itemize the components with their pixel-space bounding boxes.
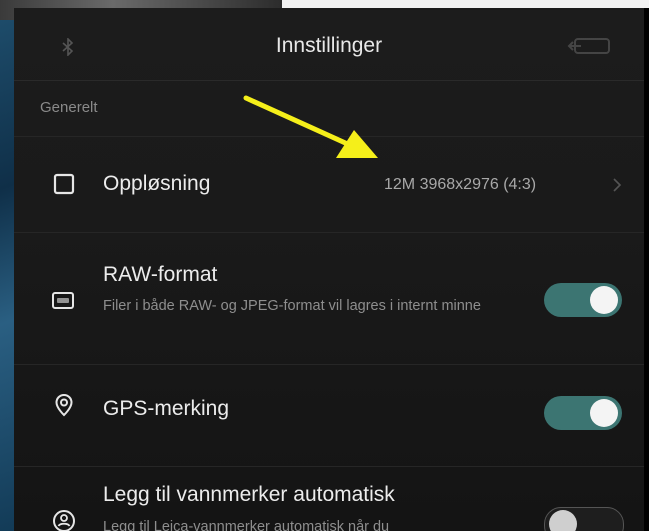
header-bar: Innstillinger [14,8,644,81]
toggle-knob [590,399,618,427]
annotation-arrow-icon [243,95,378,158]
setting-row-raw-format[interactable]: RAW-format Filer i både RAW- og JPEG-for… [14,233,644,363]
aspect-square-icon [53,173,75,195]
setting-row-watermark[interactable]: Legg til vannmerker automatisk Legg til … [14,467,644,531]
bluetooth-icon [62,38,74,56]
location-pin-icon [55,393,73,417]
section-header-general: Generelt [40,99,98,116]
page-title: Innstillinger [275,34,383,57]
setting-title: GPS-merking [103,397,230,420]
toggle-knob [549,510,577,531]
setting-description: Legg til Leica-vannmerker automatisk når… [103,519,390,531]
setting-title: RAW-format [103,263,218,286]
setting-title: Oppløsning [103,172,211,195]
back-icon[interactable] [567,36,611,56]
raw-icon [52,292,74,309]
setting-description: Filer i både RAW- og JPEG-format vil lag… [103,298,481,314]
resolution-value: 12M 3968x2976 (4:3) [384,176,537,193]
watermark-toggle[interactable] [544,507,624,531]
settings-screen: Innstillinger Generelt Oppløsning 12M 39… [14,8,644,531]
raw-format-toggle[interactable] [544,283,622,317]
setting-row-gps[interactable]: GPS-merking [14,365,644,465]
toggle-knob [590,286,618,314]
background-strip-light [282,0,649,8]
chevron-right-icon [613,178,622,192]
gps-toggle[interactable] [544,396,622,430]
setting-title: Legg til vannmerker automatisk [103,483,395,506]
watermark-icon [53,510,75,531]
